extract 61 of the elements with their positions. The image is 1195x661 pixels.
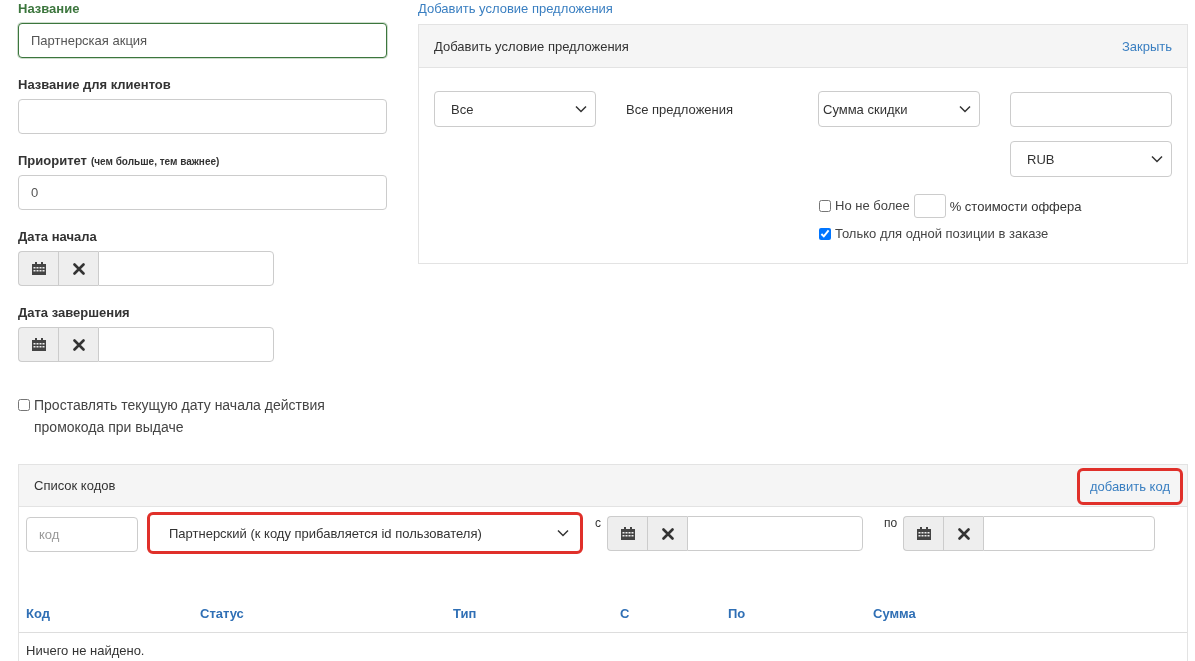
checkbox-label: Но не более — [835, 197, 910, 215]
text-field[interactable]: Партнерская акция — [18, 23, 387, 58]
column-header[interactable]: Сумма — [873, 607, 916, 621]
checkbox-label: Только для одной позиции в заказе — [835, 225, 1049, 243]
field-label: Название — [18, 1, 80, 16]
date-field[interactable] — [687, 516, 863, 551]
close-icon — [661, 527, 674, 540]
checkbox-label: Проставлять текущую дату начала действия промокода при выдаче — [34, 396, 326, 437]
field-label: Дата завершения — [18, 305, 130, 320]
panel-title: Добавить условие предложения — [434, 38, 629, 54]
column-header[interactable]: С — [620, 607, 630, 621]
date-field[interactable] — [98, 251, 274, 286]
checkbox[interactable] — [819, 200, 831, 212]
calendar-button[interactable] — [607, 516, 647, 551]
date-field[interactable] — [983, 516, 1156, 551]
calendar-button[interactable] — [903, 516, 944, 551]
checkbox[interactable] — [18, 399, 30, 411]
close-icon — [72, 338, 85, 351]
discount-select[interactable]: Сумма скидки — [818, 91, 980, 127]
chevron-down-icon — [557, 529, 569, 537]
calendar-icon — [31, 262, 46, 275]
clear-button[interactable] — [58, 251, 98, 286]
calendar-icon — [620, 527, 635, 540]
chevron-down-icon — [575, 105, 587, 113]
close-icon — [957, 527, 970, 540]
field-label: Дата начала — [18, 229, 97, 244]
column-header[interactable]: Тип — [453, 607, 477, 621]
percent-field[interactable] — [913, 194, 946, 218]
percent-suffix: % стоимости оффера — [949, 198, 1082, 214]
scope-text: Все предложения — [626, 101, 735, 117]
currency-select[interactable]: RUB — [1010, 141, 1172, 177]
column-header[interactable]: По — [728, 607, 746, 621]
to-label: по — [884, 516, 898, 530]
text-field[interactable] — [18, 99, 387, 134]
close-icon — [72, 262, 85, 275]
amount-field[interactable] — [1010, 91, 1172, 127]
field-hint: (чем больше, тем важнее) — [90, 156, 220, 167]
column-header[interactable]: Статус — [200, 607, 244, 621]
scope-select[interactable]: Все — [434, 91, 596, 127]
field-label: Название для клиентов — [18, 77, 171, 92]
chevron-down-icon — [1151, 155, 1163, 163]
empty-message: Ничего не найдено. — [25, 642, 146, 660]
date-field[interactable] — [98, 327, 274, 362]
add-code-link[interactable]: добавить код — [1089, 479, 1170, 494]
from-label: с — [595, 516, 601, 530]
close-link[interactable]: Закрыть — [1121, 38, 1172, 54]
calendar-button[interactable] — [18, 251, 58, 286]
text-field[interactable]: 0 — [18, 175, 387, 210]
panel-title: Список кодов — [34, 478, 116, 493]
calendar-icon — [31, 338, 46, 351]
field-label: Приоритет — [18, 153, 87, 168]
chevron-down-icon — [959, 105, 971, 113]
calendar-button[interactable] — [18, 327, 58, 362]
clear-button[interactable] — [58, 327, 98, 362]
checkbox[interactable] — [819, 228, 831, 240]
column-header[interactable]: Код — [26, 607, 50, 621]
clear-button[interactable] — [943, 516, 984, 551]
calendar-icon — [916, 527, 931, 540]
add-condition-link[interactable]: Добавить условие предложения — [418, 1, 613, 21]
clear-button[interactable] — [647, 516, 687, 551]
code-field[interactable]: код — [26, 517, 138, 552]
